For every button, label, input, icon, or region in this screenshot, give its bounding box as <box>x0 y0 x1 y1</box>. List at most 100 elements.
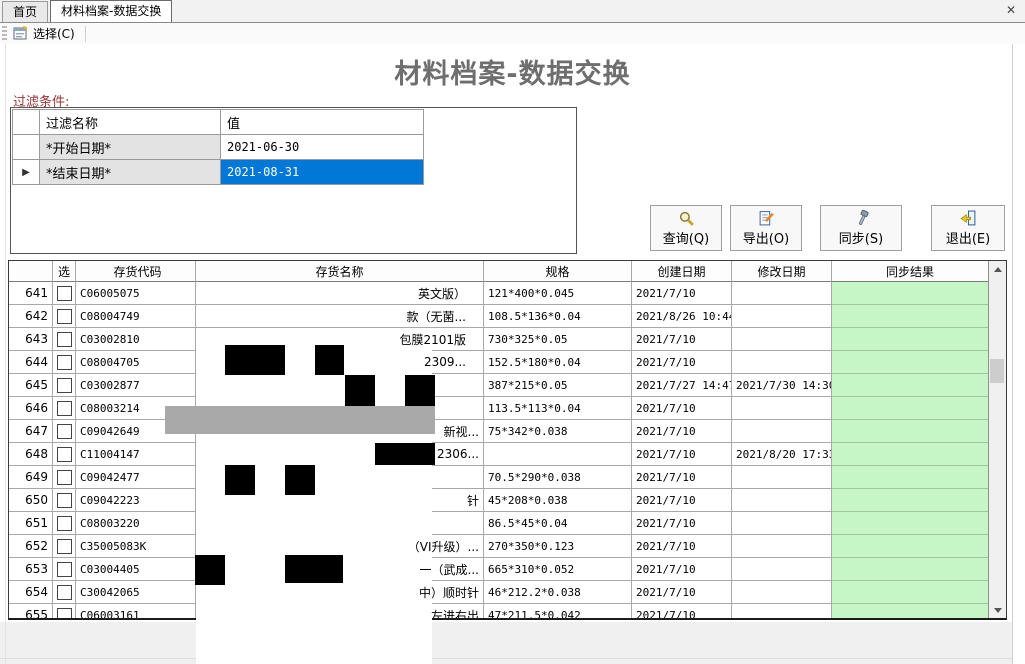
row-checkbox[interactable] <box>57 401 72 416</box>
row-checkbox[interactable] <box>57 585 72 600</box>
select-button[interactable]: 选择(C) <box>7 23 81 44</box>
cell-select[interactable] <box>53 351 76 374</box>
stock-name-column-header: 存货名称 <box>196 261 484 282</box>
cell-modified-date <box>732 397 832 420</box>
page-title: 材料档案-数据交换 <box>0 52 1025 91</box>
table-header-row: 选 存货代码 存货名称 规格 创建日期 修改日期 同步结果 <box>9 261 1006 282</box>
stock-name-fragment: 包膜2101版 <box>399 331 466 348</box>
filter-name-cell: *开始日期* <box>40 135 221 160</box>
cell-row-number: 646 <box>9 397 53 420</box>
row-selector-cell[interactable]: ▶ <box>13 160 40 185</box>
cell-modified-date: 2021/8/20 17:33 <box>732 443 832 466</box>
close-icon[interactable]: ✕ <box>1003 2 1019 18</box>
row-checkbox[interactable] <box>57 309 72 324</box>
cell-select[interactable] <box>53 443 76 466</box>
row-checkbox[interactable] <box>57 516 72 531</box>
cell-created-date: 2021/7/10 <box>632 558 732 581</box>
cell-spec: 730*325*0.05 <box>484 328 632 351</box>
sync-button-label: 同步(S) <box>839 228 883 247</box>
table-row: 642C08004749款（无菌...108.5*136*0.042021/8/… <box>9 305 1006 328</box>
table-row: 646C08003214113.5*113*0.042021/7/10 <box>9 397 1006 420</box>
table-row: 647C09042649新视...75*342*0.0382021/7/10 <box>9 420 1006 443</box>
scrollbar-thumb[interactable] <box>990 359 1004 383</box>
redaction-box <box>195 555 225 585</box>
cell-sync-result <box>832 351 989 374</box>
tab-material-data-exchange[interactable]: 材料档案-数据交换 <box>50 0 172 22</box>
cell-modified-date <box>732 535 832 558</box>
row-checkbox[interactable] <box>57 493 72 508</box>
filter-name-column-header: 过滤名称 <box>40 110 221 135</box>
table-row: 645C03002877387*215*0.052021/7/27 14:472… <box>9 374 1006 397</box>
exit-button[interactable]: 退出(E) <box>931 205 1005 251</box>
table-row: 641C06005075英文版）121*400*0.0452021/7/10 <box>9 282 1006 305</box>
cell-sync-result <box>832 581 989 604</box>
cell-select[interactable] <box>53 374 76 397</box>
stock-name-fragment: （VI升级）... <box>408 538 479 555</box>
filter-grid-header: 过滤名称 值 <box>13 110 424 135</box>
created-date-column-header: 创建日期 <box>632 261 732 282</box>
cell-sync-result <box>832 558 989 581</box>
cell-select[interactable] <box>53 512 76 535</box>
filter-value-column-header: 值 <box>221 110 424 135</box>
cell-spec: 70.5*290*0.038 <box>484 466 632 489</box>
row-checkbox[interactable] <box>57 378 72 393</box>
sync-result-column-header: 同步结果 <box>832 261 989 282</box>
cell-select[interactable] <box>53 466 76 489</box>
cell-select[interactable] <box>53 604 76 620</box>
stock-name-fragment: 中）顺时针 <box>419 584 479 601</box>
cell-select[interactable] <box>53 282 76 305</box>
export-button[interactable]: 导出(O) <box>730 205 802 251</box>
cell-spec: 121*400*0.045 <box>484 282 632 305</box>
cell-created-date: 2021/7/10 <box>632 420 732 443</box>
cell-created-date: 2021/7/10 <box>632 581 732 604</box>
query-button-label: 查询(Q) <box>663 228 709 247</box>
cell-stock-code: C03004405 <box>76 558 196 581</box>
cell-select[interactable] <box>53 535 76 558</box>
cell-created-date: 2021/7/10 <box>632 535 732 558</box>
row-checkbox[interactable] <box>57 355 72 370</box>
select-button-label: 选择(C) <box>33 25 75 42</box>
cell-select[interactable] <box>53 489 76 512</box>
filter-grid: 过滤名称 值 *开始日期*2021-06-30▶*结束日期*2021-08-31 <box>12 109 424 185</box>
cell-select[interactable] <box>53 581 76 604</box>
row-checkbox[interactable] <box>57 562 72 577</box>
filter-value-cell[interactable]: 2021-06-30 <box>221 135 424 160</box>
row-checkbox[interactable] <box>57 608 72 621</box>
cell-select[interactable] <box>53 328 76 351</box>
cell-spec: 270*350*0.123 <box>484 535 632 558</box>
modified-date-column-header: 修改日期 <box>732 261 832 282</box>
tab-home[interactable]: 首页 <box>2 1 48 22</box>
scroll-up-icon[interactable] <box>989 261 1006 277</box>
cell-select[interactable] <box>53 420 76 443</box>
stock-name-fragment: 英文版） <box>418 285 466 302</box>
cell-created-date: 2021/7/27 14:47 <box>632 374 732 397</box>
redaction-box <box>405 375 435 408</box>
spec-column-header: 规格 <box>484 261 632 282</box>
cell-sync-result <box>832 443 989 466</box>
row-checkbox[interactable] <box>57 286 72 301</box>
sync-button[interactable]: 同步(S) <box>820 205 902 251</box>
cell-select[interactable] <box>53 305 76 328</box>
filter-value-cell[interactable]: 2021-08-31 <box>221 160 424 185</box>
stock-name-fragment: 左进右出 <box>431 607 479 621</box>
cell-spec: 387*215*0.05 <box>484 374 632 397</box>
scroll-down-icon[interactable] <box>989 602 1006 618</box>
cell-sync-result <box>832 535 989 558</box>
row-checkbox[interactable] <box>57 332 72 347</box>
cell-stock-name: 款（无菌... <box>196 305 484 328</box>
row-checkbox[interactable] <box>57 447 72 462</box>
cell-select[interactable] <box>53 558 76 581</box>
row-checkbox[interactable] <box>57 470 72 485</box>
cell-row-number: 648 <box>9 443 53 466</box>
sync-icon <box>853 210 870 227</box>
filter-groupbox: 过滤名称 值 *开始日期*2021-06-30▶*结束日期*2021-08-31 <box>10 107 577 254</box>
cell-select[interactable] <box>53 397 76 420</box>
cell-modified-date <box>732 604 832 620</box>
query-button[interactable]: 查询(Q) <box>650 205 722 251</box>
cell-modified-date <box>732 328 832 351</box>
row-selector-cell[interactable] <box>13 135 40 160</box>
row-checkbox[interactable] <box>57 539 72 554</box>
row-checkbox[interactable] <box>57 424 72 439</box>
cell-sync-result <box>832 374 989 397</box>
vertical-scrollbar[interactable] <box>988 261 1006 618</box>
